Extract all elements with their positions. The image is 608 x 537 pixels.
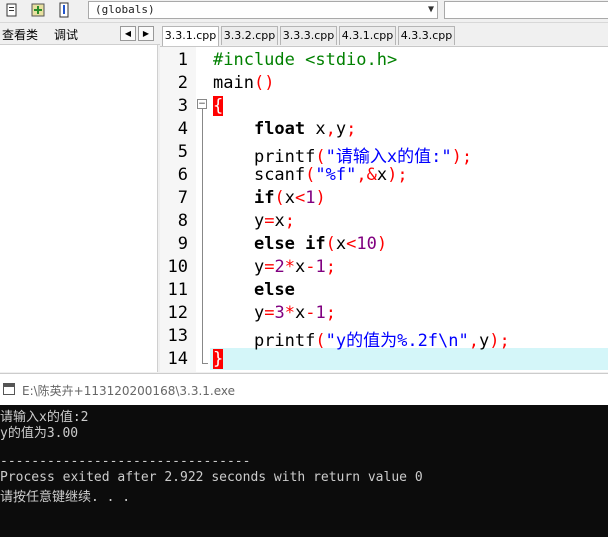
- console-window-icon: [3, 383, 15, 395]
- code-line-6: scanf("%f",&x);: [253, 165, 408, 185]
- line-number: 1: [177, 50, 188, 70]
- line-number: 9: [177, 234, 188, 254]
- console-title: E:\陈英卉+113120200168\3.3.1.exe: [22, 384, 236, 398]
- code-line-3: {: [213, 96, 224, 116]
- tab-3-3-1-cpp[interactable]: 3.3.1.cpp: [162, 26, 219, 46]
- fold-guide: [202, 109, 203, 363]
- line-number: 7: [177, 188, 188, 208]
- fold-guide-end: [202, 363, 208, 364]
- console-line: y的值为3.00: [0, 426, 79, 441]
- tab-3-3-2-cpp[interactable]: 3.3.2.cpp: [221, 26, 278, 45]
- line-number: 4: [177, 119, 188, 139]
- code-line-10: y=2*x-1;: [253, 257, 336, 277]
- current-line-highlight: [210, 348, 608, 370]
- console-output: 请输入x的值:2 y的值为3.00 ----------------------…: [0, 405, 608, 537]
- line-number: 10: [167, 257, 188, 277]
- line-number: 5: [177, 142, 188, 162]
- line-number: 2: [177, 73, 188, 93]
- console-line: --------------------------------: [0, 454, 251, 469]
- code-line-5: printf("请输入x的值:");: [253, 147, 473, 167]
- code-line-11: else: [253, 280, 295, 300]
- code-line-13: printf("y的值为%.2f\n",y);: [253, 331, 510, 351]
- code-line-7: if(x<1): [253, 188, 326, 208]
- code-line-9: else if(x<10): [253, 234, 388, 254]
- line-number: 11: [167, 280, 188, 300]
- fold-collapse-icon[interactable]: −: [197, 99, 207, 109]
- line-number: 14: [167, 349, 188, 369]
- code-line-4: float x,y;: [253, 119, 357, 139]
- code-line-2: main(): [213, 73, 275, 93]
- compile-icon[interactable]: [4, 2, 20, 18]
- code-editor[interactable]: 1 2 3 4 5 6 7 8 9 10 11 12 13 14 − #incl…: [160, 47, 608, 372]
- nav-prev-button[interactable]: ◀: [120, 26, 136, 41]
- scope-select-value: (globals): [95, 3, 155, 16]
- code-line-1: #include <stdio.h>: [213, 50, 398, 70]
- line-number: 8: [177, 211, 188, 231]
- add-icon[interactable]: [30, 2, 46, 18]
- nav-next-button[interactable]: ▶: [138, 26, 154, 41]
- toolbar: (globals) ▼: [0, 0, 608, 23]
- console-line: 请按任意键继续. . .: [0, 490, 131, 505]
- class-browser-panel: [0, 45, 158, 372]
- editor-tabs: 3.3.1.cpp 3.3.2.cpp 3.3.3.cpp 4.3.1.cpp …: [160, 24, 608, 47]
- line-number: 3: [177, 96, 188, 116]
- tab-4-3-1-cpp[interactable]: 4.3.1.cpp: [339, 26, 396, 45]
- scope-select[interactable]: (globals) ▼: [88, 1, 438, 19]
- left-panel-tabs: 查看类 调试 ◀ ▶: [0, 24, 160, 45]
- info-icon[interactable]: [56, 2, 72, 18]
- code-line-12: y=3*x-1;: [253, 303, 336, 323]
- chevron-down-icon[interactable]: ▼: [428, 2, 434, 18]
- code-line-14: }: [213, 349, 224, 369]
- console-titlebar[interactable]: E:\陈英卉+113120200168\3.3.1.exe: [0, 373, 608, 406]
- line-number: 12: [167, 303, 188, 323]
- tab-class-browser[interactable]: 查看类: [2, 26, 38, 43]
- code-line-8: y=x;: [253, 211, 295, 231]
- tab-4-3-3-cpp[interactable]: 4.3.3.cpp: [398, 26, 455, 45]
- line-number: 13: [167, 326, 188, 346]
- tab-3-3-3-cpp[interactable]: 3.3.3.cpp: [280, 26, 337, 45]
- console-line: Process exited after 2.922 seconds with …: [0, 470, 423, 485]
- line-number: 6: [177, 165, 188, 185]
- line-number-gutter: 1 2 3 4 5 6 7 8 9 10 11 12 13 14: [160, 47, 196, 372]
- function-select[interactable]: [444, 1, 608, 19]
- tab-debug[interactable]: 调试: [54, 26, 78, 43]
